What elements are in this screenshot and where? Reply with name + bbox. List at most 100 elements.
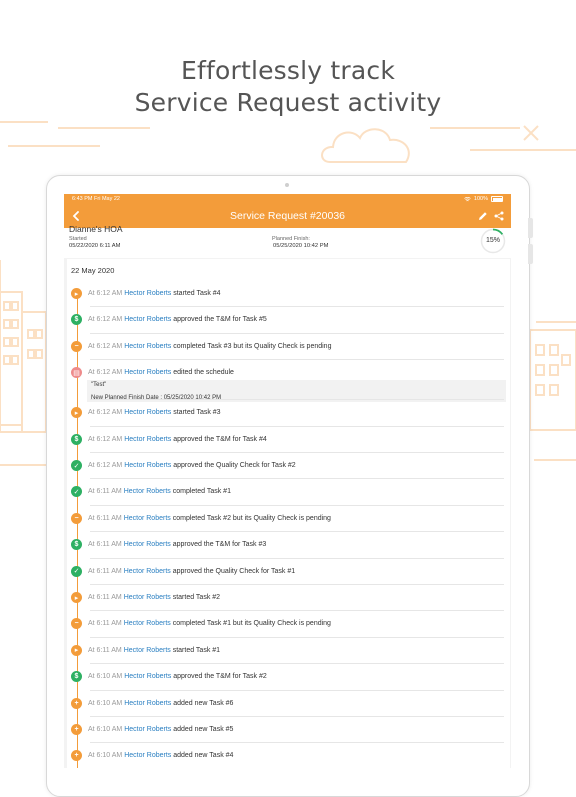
started-label: Started bbox=[69, 236, 87, 242]
volume-up-button bbox=[528, 218, 533, 238]
dollar-icon: $ bbox=[71, 539, 82, 551]
activity-row: + At 6:10 AM Hector Roberts added new Tas… bbox=[67, 691, 510, 717]
activity-user-link[interactable]: Hector Roberts bbox=[124, 700, 171, 707]
activity-row: ▸ At 6:11 AM Hector Roberts started Task … bbox=[67, 585, 510, 612]
tablet-camera bbox=[285, 183, 289, 187]
add-icon: + bbox=[71, 697, 82, 709]
activity-row: $ At 6:10 AM Hector Roberts approved the … bbox=[67, 664, 510, 691]
activity-time: At 6:12 AM bbox=[88, 342, 123, 350]
activity-row: ▸ At 6:12 AM Hector Roberts started Task … bbox=[67, 281, 510, 308]
page-title: Service Request #20036 bbox=[230, 210, 345, 222]
activity-row: ▤ At 6:12 AM Hector Roberts edited the sc… bbox=[67, 360, 510, 403]
play-icon: ▸ bbox=[71, 288, 82, 299]
activity-action: started Task #2 bbox=[172, 594, 221, 601]
activity-row: ✓ At 6:11 AM Hector Roberts approved the … bbox=[67, 559, 510, 585]
activity-user-link[interactable]: Hector Roberts bbox=[124, 462, 171, 469]
edit-button[interactable] bbox=[477, 204, 489, 228]
activity-action: approved the Quality Check for Task #1 bbox=[172, 567, 296, 575]
add-icon: + bbox=[71, 750, 82, 762]
volume-down-button bbox=[528, 244, 533, 264]
activity-text: At 6:11 AM Hector Roberts started Task #… bbox=[88, 647, 220, 654]
activity-user-link[interactable]: Hector Roberts bbox=[124, 436, 171, 443]
planned-finish-value: 05/25/2020 10:42 PM bbox=[273, 243, 329, 249]
status-right: 100% bbox=[464, 194, 503, 204]
activity-time: At 6:11 AM bbox=[88, 620, 122, 628]
activity-text: At 6:11 AM Hector Roberts started Task #… bbox=[88, 594, 220, 601]
activity-user-link[interactable]: Hector Roberts bbox=[124, 369, 171, 376]
check-icon: ✓ bbox=[71, 486, 82, 498]
activity-time: At 6:11 AM bbox=[88, 541, 122, 549]
chevron-left-icon bbox=[72, 211, 79, 221]
note-text: "Test" bbox=[91, 382, 107, 389]
date-header: 22 May 2020 bbox=[71, 266, 115, 275]
headline-line-1: Effortlessly track bbox=[180, 56, 396, 85]
activity-user-link[interactable]: Hector Roberts bbox=[124, 541, 171, 548]
hoa-name: Dianne's HOA bbox=[69, 224, 123, 234]
activity-user-link[interactable]: Hector Roberts bbox=[124, 752, 171, 759]
activity-text: At 6:11 AM Hector Roberts approved the T… bbox=[88, 541, 266, 548]
activity-action: approved the T&M for Task #3 bbox=[172, 541, 267, 549]
activity-time: At 6:11 AM bbox=[88, 514, 122, 522]
activity-text: At 6:12 AM Hector Roberts completed Task… bbox=[88, 343, 331, 350]
activity-user-link[interactable]: Hector Roberts bbox=[124, 409, 171, 416]
activity-action: completed Task #2 but its Quality Check … bbox=[172, 514, 331, 522]
activity-action: completed Task #3 but its Quality Check … bbox=[173, 342, 332, 350]
activity-text: At 6:10 AM Hector Roberts approved the T… bbox=[88, 673, 267, 680]
activity-time: At 6:12 AM bbox=[88, 369, 123, 377]
add-icon: + bbox=[71, 724, 82, 735]
activity-action: approved the T&M for Task #5 bbox=[173, 316, 267, 324]
activity-user-link[interactable]: Hector Roberts bbox=[124, 316, 171, 323]
activity-user-link[interactable]: Hector Roberts bbox=[124, 594, 171, 601]
activity-user-link[interactable]: Hector Roberts bbox=[124, 647, 171, 654]
activity-action: added new Task #6 bbox=[173, 699, 234, 707]
activity-text: At 6:12 AM Hector Roberts edited the sch… bbox=[88, 369, 234, 376]
dollar-icon: $ bbox=[71, 314, 82, 326]
progress-label: 15% bbox=[485, 237, 500, 244]
activity-time: At 6:10 AM bbox=[88, 752, 123, 760]
activity-row: ✓ At 6:12 AM Hector Roberts approved the … bbox=[67, 453, 510, 480]
activity-text: At 6:12 AM Hector Roberts started Task #… bbox=[88, 290, 221, 297]
activity-user-link[interactable]: Hector Roberts bbox=[124, 726, 171, 733]
wifi-icon bbox=[464, 196, 471, 201]
planned-finish-label: Planned Finish: bbox=[272, 236, 310, 242]
battery-icon bbox=[491, 196, 503, 202]
activity-time: At 6:11 AM bbox=[88, 567, 122, 575]
activity-row: ▸ At 6:11 AM Hector Roberts started Task … bbox=[67, 638, 510, 665]
quality-check-icon: ✓ bbox=[71, 460, 82, 471]
activity-user-link[interactable]: Hector Roberts bbox=[124, 568, 171, 575]
activity-text: At 6:11 AM Hector Roberts approved the Q… bbox=[88, 568, 295, 575]
activity-row: − At 6:11 AM Hector Roberts completed Tas… bbox=[67, 611, 510, 638]
share-button[interactable] bbox=[493, 204, 505, 228]
activity-text: At 6:10 AM Hector Roberts added new Task… bbox=[88, 752, 233, 759]
activity-action: added new Task #5 bbox=[173, 726, 234, 733]
calendar-icon: ▤ bbox=[71, 367, 82, 379]
pencil-icon bbox=[479, 212, 487, 220]
activity-row: + At 6:10 AM Hector Roberts added new Tas… bbox=[67, 717, 510, 744]
activity-user-link[interactable]: Hector Roberts bbox=[124, 343, 171, 350]
play-icon: ▸ bbox=[71, 644, 82, 656]
headline-line-2: Service Request activity bbox=[134, 88, 442, 117]
activity-row: + At 6:10 AM Hector Roberts added new Tas… bbox=[67, 743, 510, 768]
activity-user-link[interactable]: Hector Roberts bbox=[124, 488, 171, 495]
activity-time: At 6:12 AM bbox=[88, 316, 123, 324]
pending-icon: − bbox=[71, 512, 82, 524]
activity-user-link[interactable]: Hector Roberts bbox=[124, 673, 171, 680]
activity-time: At 6:10 AM bbox=[88, 726, 123, 733]
activity-user-link[interactable]: Hector Roberts bbox=[124, 515, 171, 522]
activity-row: ▸ At 6:12 AM Hector Roberts started Task … bbox=[67, 400, 510, 427]
activity-user-link[interactable]: Hector Roberts bbox=[124, 290, 171, 297]
activity-text: At 6:12 AM Hector Roberts approved the T… bbox=[88, 436, 267, 443]
activity-time: At 6:12 AM bbox=[88, 290, 123, 297]
activity-time: At 6:12 AM bbox=[88, 462, 123, 469]
activity-user-link[interactable]: Hector Roberts bbox=[124, 620, 171, 627]
activity-text: At 6:12 AM Hector Roberts approved the T… bbox=[88, 316, 267, 323]
activity-text: At 6:12 AM Hector Roberts approved the Q… bbox=[88, 462, 296, 469]
activity-time: At 6:12 AM bbox=[88, 409, 123, 417]
activity-row: $ At 6:12 AM Hector Roberts approved the … bbox=[67, 307, 510, 334]
activity-text: At 6:12 AM Hector Roberts started Task #… bbox=[88, 409, 221, 416]
activity-action: started Task #1 bbox=[172, 646, 221, 654]
dollar-icon: $ bbox=[71, 433, 82, 445]
activity-text: At 6:10 AM Hector Roberts added new Task… bbox=[88, 726, 233, 733]
pending-icon: − bbox=[71, 618, 82, 630]
activity-text: At 6:10 AM Hector Roberts added new Task… bbox=[88, 700, 233, 707]
